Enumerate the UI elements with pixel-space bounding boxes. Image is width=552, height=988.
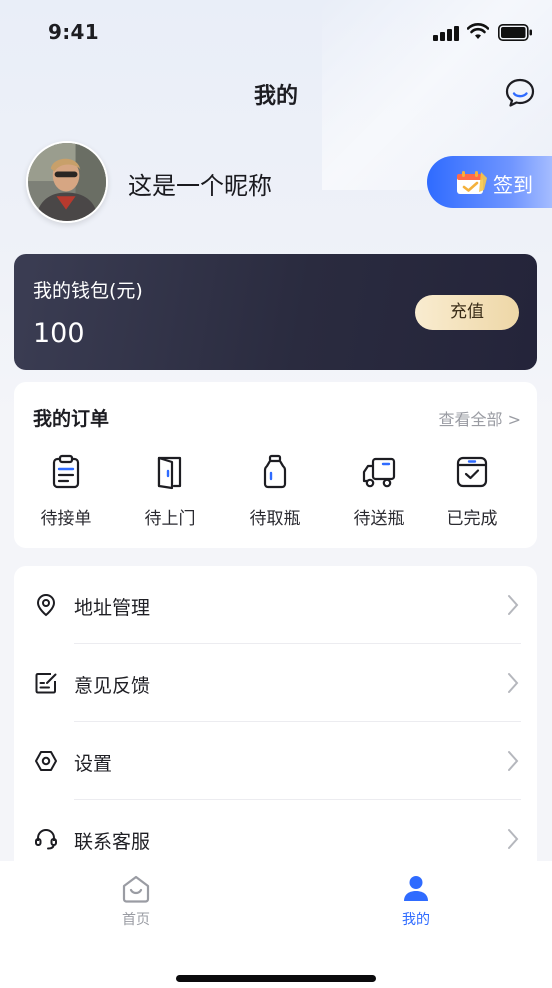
menu-item-settings[interactable]: 设置 xyxy=(14,722,537,800)
cellular-signal-icon xyxy=(433,25,461,41)
calendar-icon xyxy=(457,171,487,194)
order-status-pending-delivery[interactable]: 待送瓶 xyxy=(329,454,429,534)
order-status-pending-accept[interactable]: 待接单 xyxy=(16,454,116,534)
chevron-right-icon xyxy=(508,595,519,615)
tab-mine[interactable]: 我的 xyxy=(356,873,476,929)
order-status-label: 待上门 xyxy=(144,509,196,529)
order-status-label: 已完成 xyxy=(446,509,498,529)
home-icon xyxy=(122,875,150,903)
door-icon xyxy=(157,456,182,490)
clipboard-icon xyxy=(52,454,80,489)
menu-item-label: 地址管理 xyxy=(74,597,151,619)
status-time: 9:41 xyxy=(48,20,99,44)
orders-title: 我的订单 xyxy=(33,408,110,430)
order-status-pending-pickup[interactable]: 待取瓶 xyxy=(225,454,325,534)
chevron-right-icon xyxy=(508,751,519,771)
delivery-truck-icon xyxy=(362,457,396,488)
menu-item-address[interactable]: 地址管理 xyxy=(14,566,537,644)
menu-card: 地址管理 意见反馈 设置 联系客服 xyxy=(14,566,537,876)
checkin-label: 签到 xyxy=(493,173,533,197)
completed-box-icon xyxy=(456,456,488,488)
tab-bar: 首页 我的 xyxy=(0,861,552,988)
tab-label: 我的 xyxy=(402,912,430,928)
order-status-label: 待送瓶 xyxy=(353,509,405,529)
menu-item-label: 意见反馈 xyxy=(74,675,151,697)
wifi-icon xyxy=(467,23,489,39)
wallet-title: 我的钱包(元) xyxy=(33,280,143,302)
wallet-card[interactable]: 我的钱包(元) 100 充值 xyxy=(14,254,537,370)
tab-label: 首页 xyxy=(122,912,150,928)
tab-home[interactable]: 首页 xyxy=(76,873,196,929)
orders-card: 我的订单 查看全部 > 待接单 待上门 待取瓶 待送瓶 已完成 xyxy=(14,382,537,548)
location-pin-icon xyxy=(36,593,56,617)
menu-item-label: 设置 xyxy=(74,753,113,775)
menu-item-label: 联系客服 xyxy=(74,831,151,853)
chevron-right-icon xyxy=(508,829,519,849)
order-status-label: 待接单 xyxy=(40,509,92,529)
home-indicator xyxy=(176,975,376,982)
settings-hexagon-icon xyxy=(35,751,57,771)
status-bar: 9:41 xyxy=(0,0,552,64)
nickname[interactable]: 这是一个昵称 xyxy=(128,166,272,201)
order-status-completed[interactable]: 已完成 xyxy=(422,454,522,534)
user-icon xyxy=(404,876,428,901)
chat-bubble-icon[interactable] xyxy=(504,77,536,109)
menu-item-feedback[interactable]: 意见反馈 xyxy=(14,644,537,722)
wallet-balance: 100 xyxy=(33,318,85,349)
avatar[interactable] xyxy=(26,141,108,223)
feedback-edit-icon xyxy=(35,673,57,694)
recharge-button[interactable]: 充值 xyxy=(415,295,519,330)
headset-icon xyxy=(35,828,57,850)
checkin-button[interactable]: 签到 xyxy=(427,156,552,208)
battery-icon xyxy=(498,24,532,41)
order-status-label: 待取瓶 xyxy=(249,509,301,529)
bottle-icon xyxy=(263,454,287,489)
view-all-orders-link[interactable]: 查看全部 > xyxy=(439,406,522,430)
page-title: 我的 xyxy=(253,84,298,109)
order-status-pending-visit[interactable]: 待上门 xyxy=(120,454,220,534)
chevron-right-icon xyxy=(508,673,519,693)
